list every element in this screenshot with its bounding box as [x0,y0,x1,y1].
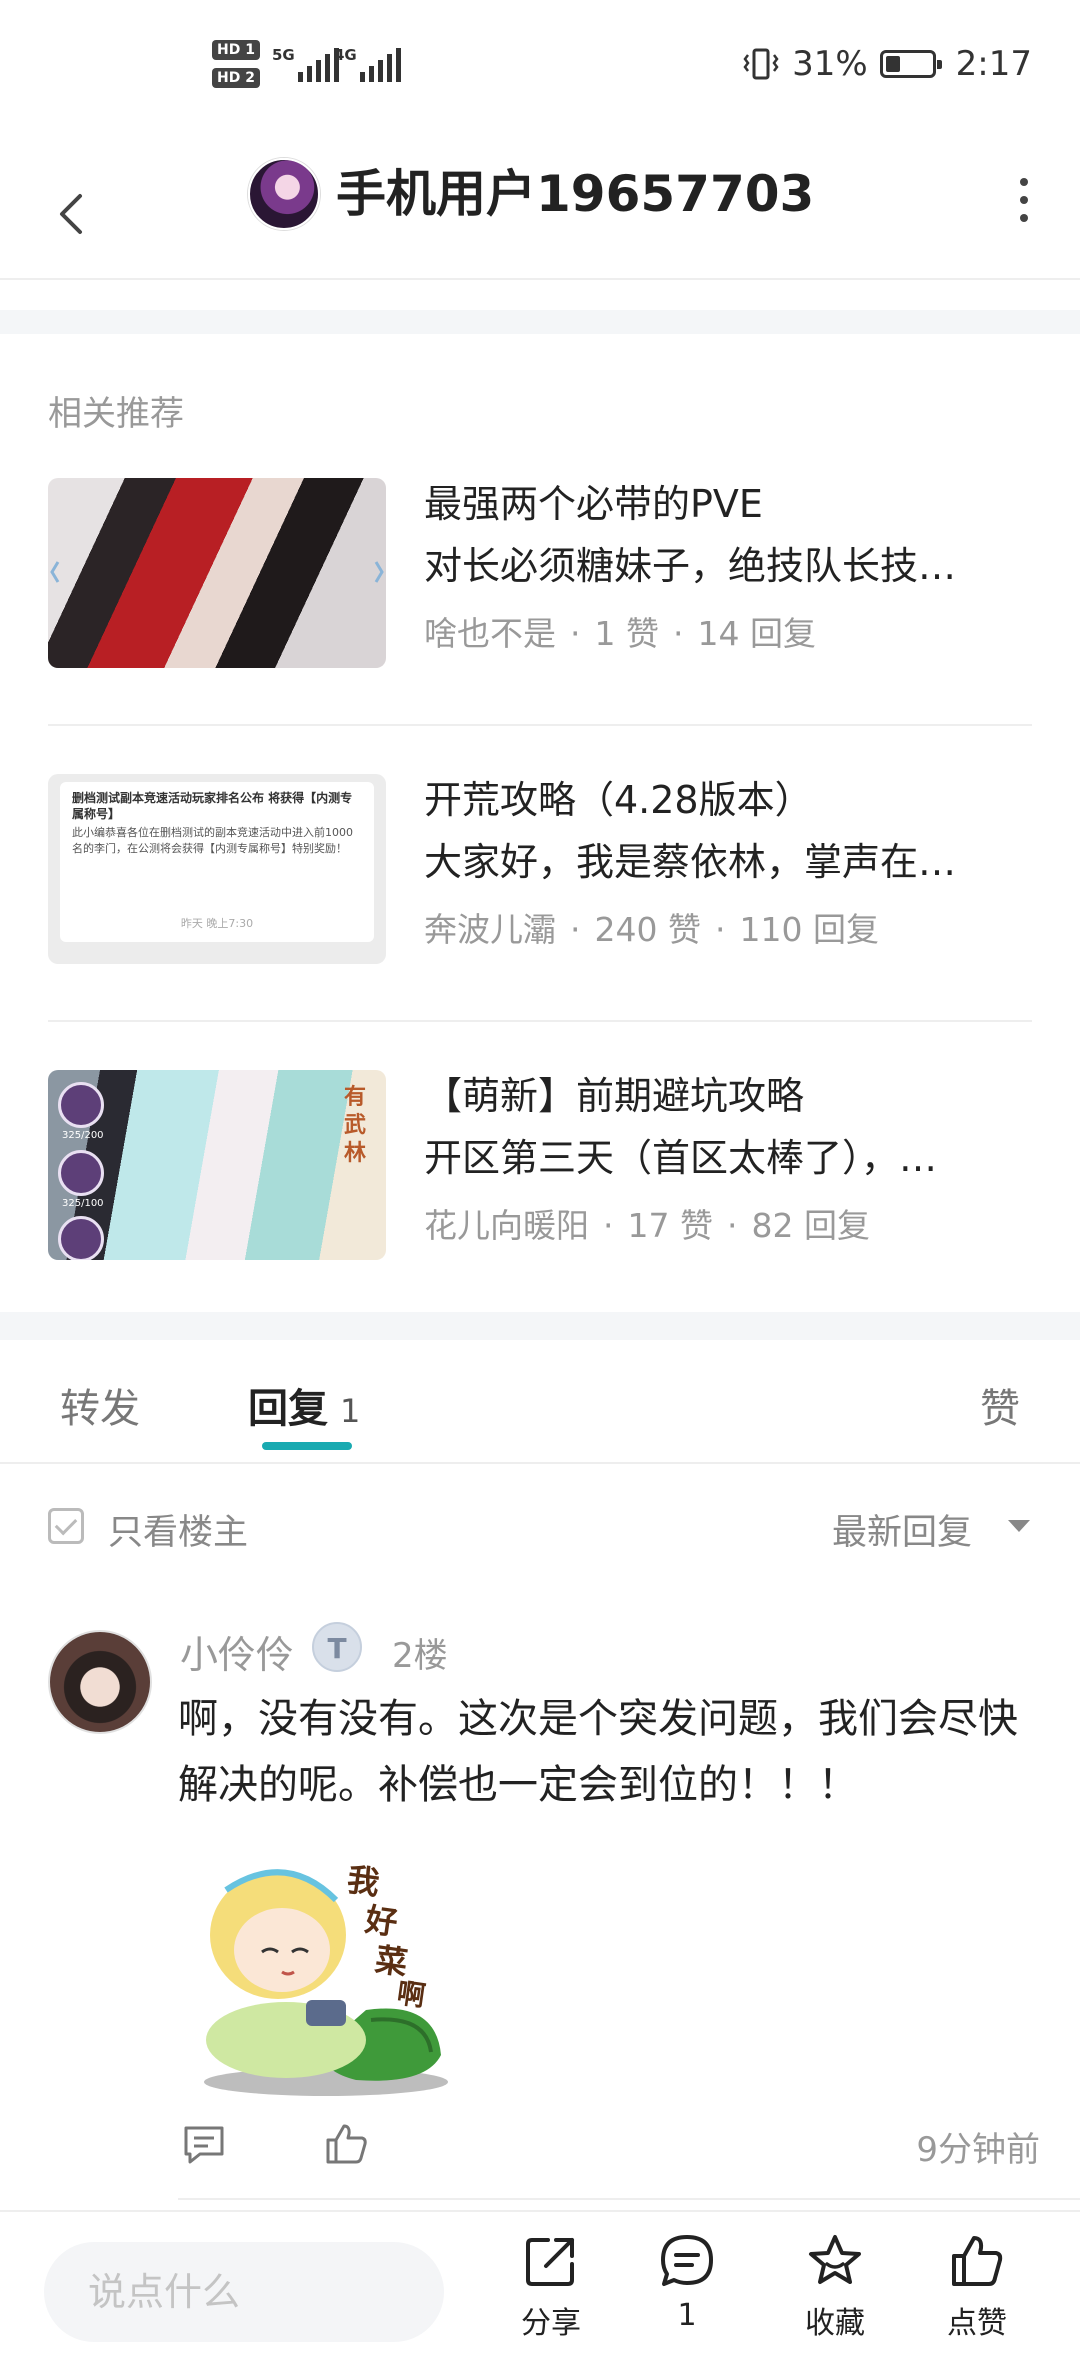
post-likes: 17 赞 [627,1206,713,1245]
chevron-down-icon[interactable] [1008,1520,1030,1532]
thumbs-up-icon[interactable] [322,2120,370,2168]
sim-indicators: HD 1 HD 2 [212,40,262,96]
sticker-image: 我 好 菜 啊 [196,1830,456,2100]
post-author: 奔波儿灞 [424,910,556,949]
divider [48,1020,1032,1022]
favorite-button[interactable]: 收藏 [780,2232,890,2342]
comment-bubble-icon [661,2235,713,2286]
tab-forward[interactable]: 转发 [60,1376,140,1434]
tab-bar: 转发 回复 1 赞 [0,1340,1080,1464]
share-icon [526,2238,574,2286]
bottom-action-bar: 说点什么 分享 1 收藏 点赞 [0,2210,1080,2376]
status-right: 31% 2:17 [742,44,1032,84]
like-button[interactable]: 点赞 [922,2232,1032,2342]
post-title: 【萌新】前期避坑攻略 [424,1074,805,1118]
comment-timestamp: 9分钟前 [916,2130,1040,2170]
post-thumbnail: 325/200 325/100 有武林 [48,1070,386,1260]
comment-actions: 9分钟前 [180,2116,1040,2176]
comments-count: 1 [677,2298,697,2333]
share-button[interactable]: 分享 [496,2232,606,2342]
filter-row: 只看楼主 最新回复 [0,1464,1080,1584]
related-post-item[interactable]: 删档测试副本竞速活动玩家排名公布 将获得【内测专属称号】 此小编恭喜各位在删档测… [48,774,1032,984]
post-likes: 1 赞 [594,614,660,653]
card-heading: 删档测试副本竞速活动玩家排名公布 将获得【内测专属称号】 [72,791,353,821]
comment-author[interactable]: 小伶伶 [180,1624,294,1679]
only-op-label[interactable]: 只看楼主 [108,1504,248,1555]
card-footer: 昨天 晚上7:30 [180,917,254,930]
comment-text: 啊，没有没有。这次是个突发问题，我们会尽快解决的呢。补偿也一定会到位的！！！ [178,1696,1018,1808]
post-excerpt: 对长必须糖妹子，绝技队长技… [424,544,957,588]
post-replies: 82 回复 [751,1206,870,1245]
reply-icon[interactable] [180,2120,228,2168]
sort-dropdown[interactable]: 最新回复 [832,1504,972,1555]
comments-button[interactable]: 1 [632,2232,742,2333]
battery-icon [879,50,942,78]
related-section-label: 相关推荐 [48,394,184,434]
clock: 2:17 [955,44,1032,84]
network-5g-label: 5G [272,46,295,64]
calligraphy-stamp: 有武林 [344,1085,367,1166]
item-icon [58,1082,104,1128]
share-label: 分享 [521,2306,581,2341]
hd1-badge: HD 1 [212,40,260,60]
back-arrow-icon[interactable] [50,192,94,236]
network-4g-label: 4G [334,46,357,64]
avatar[interactable] [48,1630,152,1734]
only-op-checkbox[interactable] [48,1508,84,1544]
tab-reply[interactable]: 回复 1 [248,1376,360,1434]
post-meta: 花儿向暖阳 · 17 赞 · 82 回复 [424,1206,870,1245]
like-label: 点赞 [947,2306,1007,2341]
user-level-badge: T [312,1622,362,1672]
battery-percent: 31% [792,44,868,84]
favorite-label: 收藏 [805,2306,865,2341]
post-author: 啥也不是 [424,614,556,653]
item-icon [58,1216,104,1260]
post-author: 花儿向暖阳 [424,1206,589,1245]
more-options-icon[interactable] [1018,178,1030,222]
post-meta: 啥也不是 · 1 赞 · 14 回复 [424,614,816,653]
floor-number: 2楼 [392,1636,448,1676]
post-excerpt: 开区第三天（首区太棒了），… [424,1136,938,1180]
status-bar: HD 1 HD 2 5G 4G 31% 2:17 [0,0,1080,130]
post-meta: 奔波儿灞 · 240 赞 · 110 回复 [424,910,879,949]
star-icon [809,2235,861,2284]
tab-like[interactable]: 赞 [980,1376,1020,1434]
item-icon [58,1150,104,1196]
divider [178,2198,1080,2200]
card-body: 此小编恭喜各位在删档测试的副本竞速活动中进入前1000名的李门，在公测将会获得【… [72,826,353,855]
page-title: 手机用户19657703 [336,165,815,223]
avatar[interactable] [248,158,320,230]
svg-text:我: 我 [345,1860,382,1902]
post-replies: 14 回复 [697,614,816,653]
section-divider [0,1312,1080,1340]
item-count-label: 325/100 [62,1198,104,1209]
related-post-item[interactable]: 325/200 325/100 有武林 【萌新】前期避坑攻略 开区第三天（首区太… [48,1070,1032,1280]
header: 手机用户19657703 [0,150,1080,280]
post-thumbnail: 删档测试副本竞速活动玩家排名公布 将获得【内测专属称号】 此小编恭喜各位在删档测… [48,774,386,964]
announcement-card-image: 删档测试副本竞速活动玩家排名公布 将获得【内测专属称号】 此小编恭喜各位在删档测… [60,782,374,942]
divider [48,724,1032,726]
post-replies: 110 回复 [739,910,879,949]
comment-item: 小伶伶 T 2楼 啊，没有没有。这次是个突发问题，我们会尽快解决的呢。补偿也一定… [0,1620,1080,2200]
related-post-item[interactable]: 最强两个必带的PVE 对长必须糖妹子，绝技队长技… 啥也不是 · 1 赞 · 14 回复 [48,478,1032,688]
hd2-badge: HD 2 [212,68,260,88]
active-tab-indicator [262,1442,352,1450]
tab-reply-count: 1 [340,1392,361,1430]
post-thumbnail [48,478,386,668]
svg-text:啊: 啊 [395,1976,427,2013]
comment-input[interactable]: 说点什么 [44,2242,444,2342]
post-likes: 240 赞 [594,910,701,949]
section-divider [0,310,1080,334]
item-count-label: 325/200 [62,1130,104,1141]
svg-text:好: 好 [362,1900,400,1942]
post-excerpt: 大家好，我是蔡依林，掌声在… [424,840,957,884]
post-title: 最强两个必带的PVE [424,482,763,526]
post-title: 开荒攻略（4.28版本） [424,778,813,822]
tab-reply-label: 回复 [248,1386,328,1432]
vibrate-icon [743,48,779,80]
thumbs-up-icon [952,2236,1003,2286]
